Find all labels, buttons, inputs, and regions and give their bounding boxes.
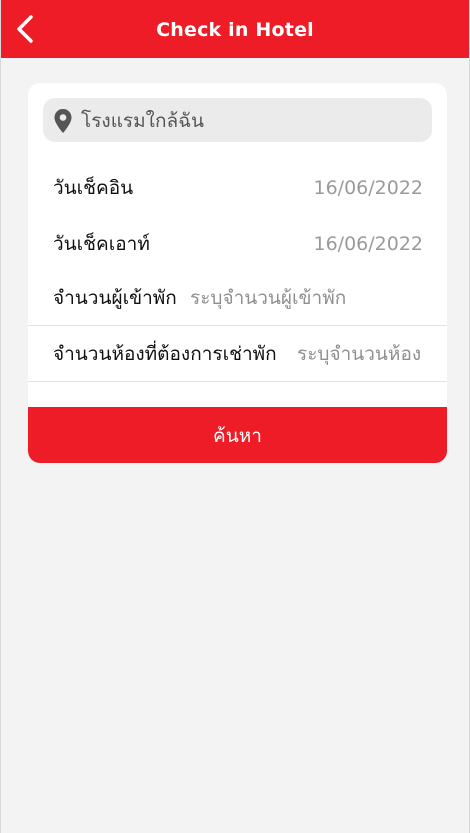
chevron-left-icon (17, 15, 33, 43)
guest-count-input[interactable]: ระบุจำนวนผู้เข้าพัก (190, 270, 346, 326)
page-title: Check in Hotel (156, 19, 314, 41)
search-button[interactable]: ค้นหา (28, 407, 447, 463)
app-screen: Check in Hotel โรงแรมใกล้ฉัน วันเช็คอิน … (0, 0, 470, 833)
header-bar: Check in Hotel (1, 0, 469, 58)
room-count-label: จำนวนห้องที่ต้องการเช่าพัก (53, 343, 277, 365)
location-search-field[interactable]: โรงแรมใกล้ฉัน (43, 98, 432, 142)
checkin-date-row[interactable]: วันเช็คอิน 16/06/2022 (28, 160, 447, 216)
checkout-label: วันเช็คเอาท์ (53, 233, 150, 255)
checkin-date-value: 16/06/2022 (313, 177, 423, 199)
checkout-date-value: 16/06/2022 (313, 233, 423, 255)
location-search-text: โรงแรมใกล้ฉัน (81, 110, 205, 132)
map-pin-icon (54, 109, 72, 133)
room-count-row[interactable]: จำนวนห้องที่ต้องการเช่าพัก ระบุจำนวนห้อง (28, 326, 447, 382)
room-count-input[interactable]: ระบุจำนวนห้อง (297, 326, 421, 382)
search-form-card: โรงแรมใกล้ฉัน วันเช็คอิน 16/06/2022 วันเ… (28, 83, 447, 463)
guest-count-row[interactable]: จำนวนผู้เข้าพัก ระบุจำนวนผู้เข้าพัก (28, 270, 447, 326)
divider (28, 381, 447, 382)
checkout-date-row[interactable]: วันเช็คเอาท์ 16/06/2022 (28, 216, 447, 272)
guest-count-label: จำนวนผู้เข้าพัก (53, 287, 177, 309)
back-button[interactable] (7, 10, 43, 48)
checkin-label: วันเช็คอิน (53, 177, 134, 199)
